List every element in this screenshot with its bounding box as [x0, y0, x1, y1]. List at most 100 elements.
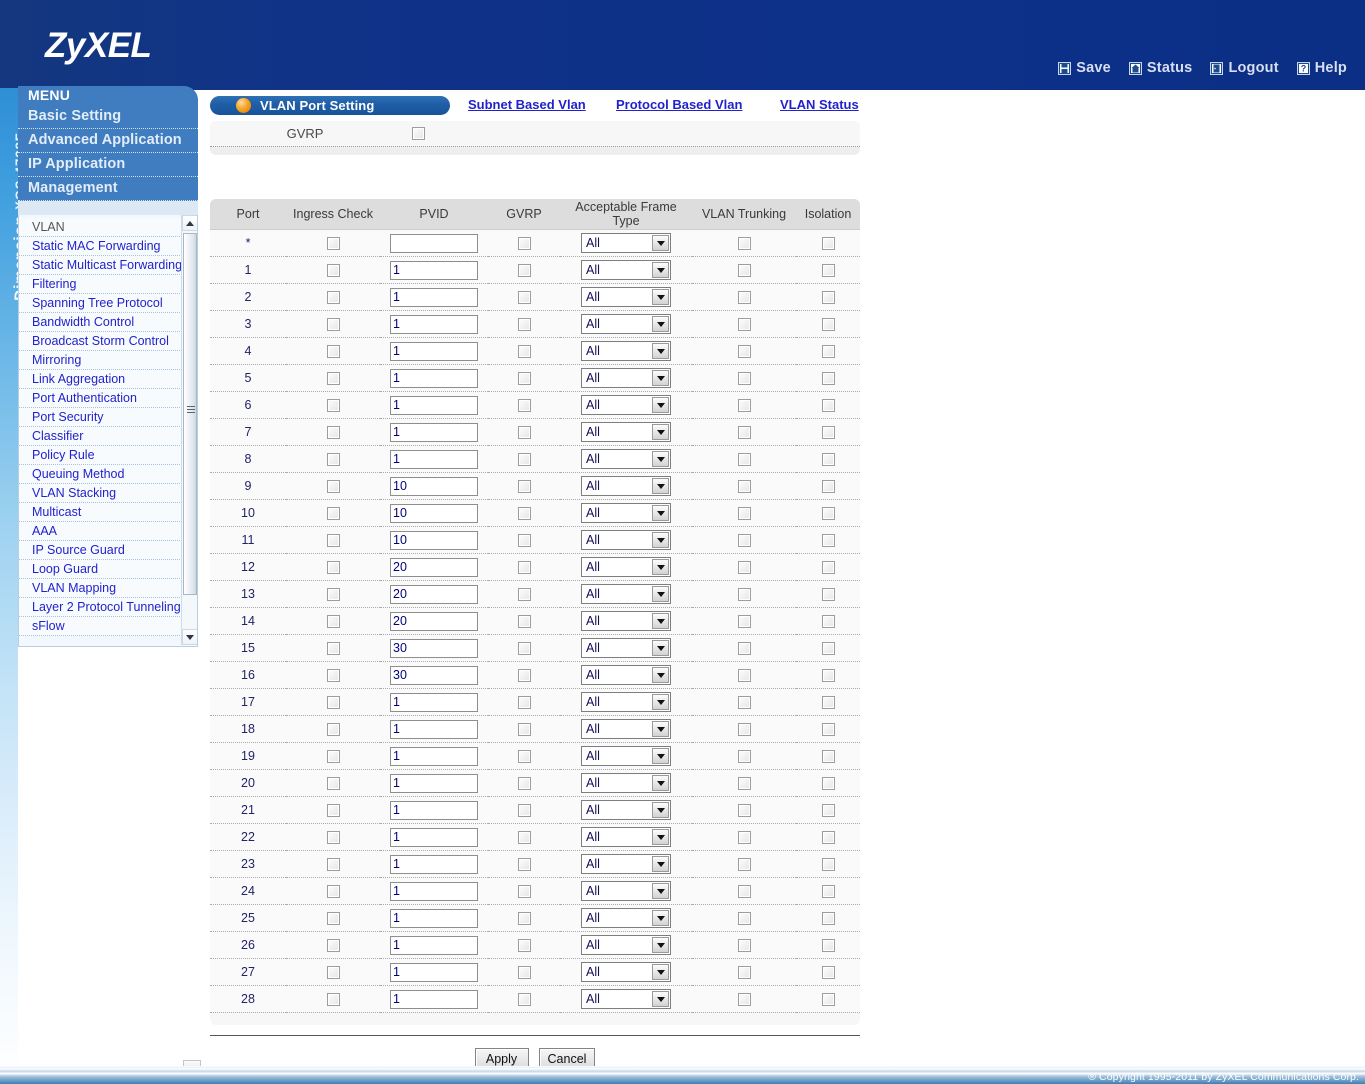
isolation-checkbox[interactable]: [821, 372, 835, 386]
vlan-trunking-checkbox[interactable]: [737, 885, 751, 899]
gvrp-port-checkbox[interactable]: [517, 237, 531, 251]
chevron-down-icon[interactable]: [652, 397, 669, 413]
gvrp-port-checkbox[interactable]: [517, 669, 531, 683]
isolation-checkbox[interactable]: [821, 939, 835, 953]
pvid-input[interactable]: [390, 233, 478, 253]
ingress-check-checkbox[interactable]: [326, 993, 340, 1007]
submenu-item-queuing-method[interactable]: Queuing Method: [19, 465, 182, 484]
frame-type-select[interactable]: All: [581, 287, 671, 307]
pvid-input[interactable]: [390, 881, 478, 901]
frame-type-select[interactable]: All: [581, 719, 671, 739]
ingress-check-checkbox[interactable]: [326, 372, 340, 386]
frame-type-select[interactable]: All: [581, 989, 671, 1009]
ingress-check-checkbox[interactable]: [326, 507, 340, 521]
vlan-trunking-checkbox[interactable]: [737, 750, 751, 764]
ingress-check-checkbox[interactable]: [326, 858, 340, 872]
gvrp-port-checkbox[interactable]: [517, 534, 531, 548]
gvrp-port-checkbox[interactable]: [517, 966, 531, 980]
ingress-check-checkbox[interactable]: [326, 831, 340, 845]
isolation-checkbox[interactable]: [821, 237, 835, 251]
pvid-input[interactable]: [390, 800, 478, 820]
submenu-item-mirroring[interactable]: Mirroring: [19, 351, 182, 370]
ingress-check-checkbox[interactable]: [326, 345, 340, 359]
submenu-item-ip-source-guard[interactable]: IP Source Guard: [19, 541, 182, 560]
gvrp-port-checkbox[interactable]: [517, 399, 531, 413]
vlan-trunking-checkbox[interactable]: [737, 966, 751, 980]
chevron-down-icon[interactable]: [652, 640, 669, 656]
frame-type-select[interactable]: All: [581, 314, 671, 334]
pvid-input[interactable]: [390, 827, 478, 847]
link-protocol-based-vlan[interactable]: Protocol Based Vlan: [616, 97, 742, 112]
pvid-input[interactable]: [390, 719, 478, 739]
pvid-input[interactable]: [390, 611, 478, 631]
frame-type-select[interactable]: All: [581, 827, 671, 847]
isolation-checkbox[interactable]: [821, 507, 835, 521]
vlan-trunking-checkbox[interactable]: [737, 291, 751, 305]
gvrp-port-checkbox[interactable]: [517, 858, 531, 872]
gvrp-port-checkbox[interactable]: [517, 426, 531, 440]
tab-vlan-port-setting[interactable]: VLAN Port Setting: [210, 96, 450, 115]
link-subnet-based-vlan[interactable]: Subnet Based Vlan: [468, 97, 586, 112]
pvid-input[interactable]: [390, 692, 478, 712]
ingress-check-checkbox[interactable]: [326, 750, 340, 764]
help-button[interactable]: ? Help: [1296, 60, 1347, 76]
submenu-item-spanning-tree-protocol[interactable]: Spanning Tree Protocol: [19, 294, 182, 313]
vlan-trunking-checkbox[interactable]: [737, 588, 751, 602]
frame-type-select[interactable]: All: [581, 854, 671, 874]
isolation-checkbox[interactable]: [821, 750, 835, 764]
gvrp-port-checkbox[interactable]: [517, 831, 531, 845]
submenu-item-classifier[interactable]: Classifier: [19, 427, 182, 446]
ingress-check-checkbox[interactable]: [326, 966, 340, 980]
pvid-input[interactable]: [390, 530, 478, 550]
pvid-input[interactable]: [390, 989, 478, 1009]
frame-type-select[interactable]: All: [581, 530, 671, 550]
ingress-check-checkbox[interactable]: [326, 264, 340, 278]
isolation-checkbox[interactable]: [821, 534, 835, 548]
frame-type-select[interactable]: All: [581, 800, 671, 820]
menu-item-advanced-application[interactable]: Advanced Application: [18, 129, 198, 153]
isolation-checkbox[interactable]: [821, 831, 835, 845]
chevron-down-icon[interactable]: [652, 532, 669, 548]
pvid-input[interactable]: [390, 395, 478, 415]
frame-type-select[interactable]: All: [581, 557, 671, 577]
vlan-trunking-checkbox[interactable]: [737, 993, 751, 1007]
gvrp-checkbox[interactable]: [412, 127, 425, 140]
frame-type-select[interactable]: All: [581, 611, 671, 631]
pvid-input[interactable]: [390, 449, 478, 469]
isolation-checkbox[interactable]: [821, 993, 835, 1007]
pvid-input[interactable]: [390, 260, 478, 280]
submenu-item-multicast[interactable]: Multicast: [19, 503, 182, 522]
frame-type-select[interactable]: All: [581, 341, 671, 361]
isolation-checkbox[interactable]: [821, 669, 835, 683]
frame-type-select[interactable]: All: [581, 476, 671, 496]
logout-button[interactable]: Logout: [1210, 60, 1279, 76]
isolation-checkbox[interactable]: [821, 696, 835, 710]
submenu-item-broadcast-storm-control[interactable]: Broadcast Storm Control: [19, 332, 182, 351]
isolation-checkbox[interactable]: [821, 885, 835, 899]
frame-type-select[interactable]: All: [581, 962, 671, 982]
pvid-input[interactable]: [390, 638, 478, 658]
menu-item-basic-setting[interactable]: Basic Setting: [18, 105, 198, 129]
submenu-item-static-mac-forwarding[interactable]: Static MAC Forwarding: [19, 237, 182, 256]
submenu-item-layer-2-protocol-tunneling[interactable]: Layer 2 Protocol Tunneling: [19, 598, 182, 617]
chevron-down-icon[interactable]: [652, 667, 669, 683]
gvrp-port-checkbox[interactable]: [517, 561, 531, 575]
isolation-checkbox[interactable]: [821, 723, 835, 737]
ingress-check-checkbox[interactable]: [326, 291, 340, 305]
submenu-item-link-aggregation[interactable]: Link Aggregation: [19, 370, 182, 389]
pvid-input[interactable]: [390, 341, 478, 361]
frame-type-select[interactable]: All: [581, 503, 671, 523]
ingress-check-checkbox[interactable]: [326, 399, 340, 413]
scrollbar-thumb[interactable]: [183, 233, 197, 595]
ingress-check-checkbox[interactable]: [326, 696, 340, 710]
ingress-check-checkbox[interactable]: [326, 453, 340, 467]
ingress-check-checkbox[interactable]: [326, 318, 340, 332]
vlan-trunking-checkbox[interactable]: [737, 345, 751, 359]
scroll-up-arrow-icon[interactable]: [182, 215, 197, 231]
submenu-item-loop-guard[interactable]: Loop Guard: [19, 560, 182, 579]
vlan-trunking-checkbox[interactable]: [737, 264, 751, 278]
chevron-down-icon[interactable]: [652, 802, 669, 818]
vlan-trunking-checkbox[interactable]: [737, 237, 751, 251]
gvrp-port-checkbox[interactable]: [517, 912, 531, 926]
chevron-down-icon[interactable]: [652, 586, 669, 602]
